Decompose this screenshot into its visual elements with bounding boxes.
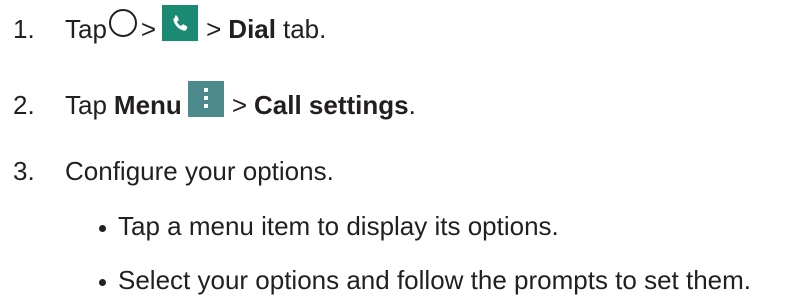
phone-icon xyxy=(162,5,199,41)
bullet-text: Select your options and follow the promp… xyxy=(118,265,752,295)
step-number: 1. xyxy=(13,14,35,44)
step-1: 1. Tap > > Dial tab. xyxy=(0,5,327,47)
step-separator: > xyxy=(231,90,247,120)
bullet-item: Tap a menu item to display its options. xyxy=(99,211,559,241)
step-3: 3. Configure your options. xyxy=(0,156,334,186)
menu-icon-glyph xyxy=(203,88,208,108)
bullet-dot xyxy=(99,224,106,232)
dial-label: Dial xyxy=(228,14,276,44)
call-settings-label: Call settings xyxy=(254,90,409,120)
menu-label: Menu xyxy=(113,90,182,120)
bullet-text: Tap a menu item to display its options. xyxy=(118,211,559,241)
step-separator: > xyxy=(206,14,222,44)
menu-icon xyxy=(187,81,224,117)
step-text: Configure your options. xyxy=(65,156,334,186)
step-separator: > xyxy=(140,14,157,44)
step-period: . xyxy=(408,90,416,120)
home-circle-icon xyxy=(108,9,137,37)
step-number: 2. xyxy=(13,90,35,120)
step-text-tab: tab. xyxy=(282,14,327,44)
step-number: 3. xyxy=(13,156,35,186)
bullet-item: Select your options and follow the promp… xyxy=(99,265,751,295)
bullet-dot xyxy=(99,278,106,286)
step-2: 2. Tap Menu > Call settings . xyxy=(0,81,416,123)
step-text-tap: Tap xyxy=(65,14,107,44)
step-text-tap: Tap xyxy=(65,90,107,120)
phone-icon-glyph xyxy=(173,15,188,31)
